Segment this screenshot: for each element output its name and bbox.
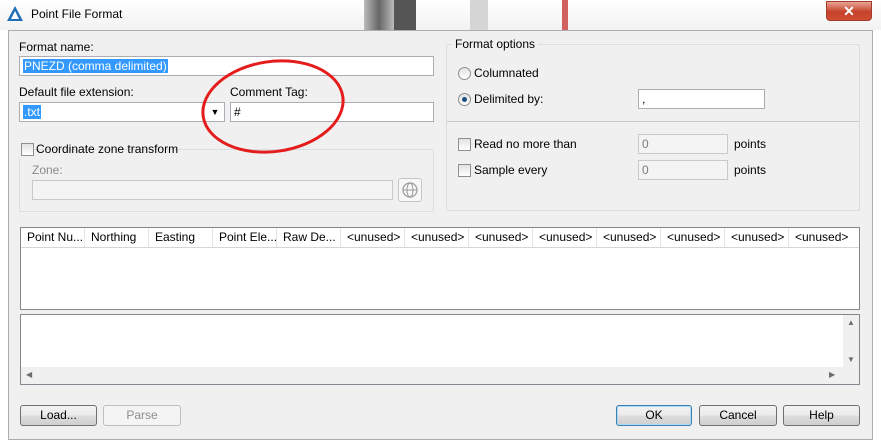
zone-picker-button [398,178,422,202]
column-header[interactable]: <unused> [597,228,661,247]
sample-every-checkbox[interactable] [458,164,471,177]
scroll-right-icon[interactable]: ▶ [829,370,835,379]
close-icon[interactable]: ✕ [843,3,855,19]
column-header[interactable]: <unused> [341,228,405,247]
coordinate-zone-checkbox[interactable] [21,143,34,156]
read-no-more-label: Read no more than [474,137,577,151]
delimiter-input[interactable]: , [638,89,765,109]
ok-button[interactable]: OK [616,405,692,426]
column-header[interactable]: <unused> [469,228,533,247]
load-button[interactable]: Load... [20,405,97,426]
vertical-scrollbar[interactable]: ▲ ▼ [843,315,859,367]
window-title: Point File Format [31,7,123,21]
sample-every-unit: points [734,163,767,177]
column-header[interactable]: Northing [85,228,149,247]
sample-every-input: 0 [638,160,728,180]
delimited-radio[interactable] [458,93,471,106]
scroll-corner [843,367,859,384]
app-logo-icon [6,5,24,23]
column-header[interactable]: <unused> [725,228,789,247]
read-no-more-input: 0 [638,134,728,154]
columnated-label: Columnated [474,66,539,80]
globe-icon [402,182,418,198]
sample-every-label: Sample every [474,163,548,177]
coordinate-zone-label: Coordinate zone transform [36,142,179,156]
default-extension-label: Default file extension: [19,85,134,99]
background-window-strip [364,0,394,30]
format-options-title: Format options [452,37,539,51]
scroll-down-icon[interactable]: ▼ [847,355,855,364]
header-divider [21,247,859,248]
column-header[interactable]: <unused> [405,228,469,247]
column-grid[interactable]: Point Nu... Northing Easting Point Ele..… [20,227,860,310]
zone-input [32,180,393,200]
help-button[interactable]: Help [783,405,860,426]
column-header[interactable]: Easting [149,228,213,247]
background-window-strip [394,0,416,30]
columnated-radio[interactable] [458,67,471,80]
read-no-more-unit: points [734,137,767,151]
column-header[interactable]: <unused> [661,228,725,247]
delimited-label: Delimited by: [474,92,544,106]
scroll-left-icon[interactable]: ◀ [26,370,32,379]
close-button[interactable]: ✕ [826,1,872,21]
column-header[interactable]: <unused> [789,228,859,247]
column-header[interactable]: Point Ele... [213,228,277,247]
read-no-more-checkbox[interactable] [458,138,471,151]
default-extension-combobox[interactable]: .txt [19,102,225,122]
format-name-input[interactable]: PNEZD (comma delimited) [19,56,434,76]
separator [447,121,859,122]
title-bar [0,0,881,30]
format-name-label: Format name: [19,40,94,54]
column-header[interactable]: <unused> [533,228,597,247]
preview-pane[interactable]: ▲ ▼ ◀ ▶ [20,314,860,385]
column-header[interactable]: Raw De... [277,228,341,247]
scroll-up-icon[interactable]: ▲ [847,318,855,327]
parse-button[interactable]: Parse [103,405,181,426]
zone-label: Zone: [32,163,63,177]
background-window-strip [470,0,488,30]
horizontal-scrollbar[interactable]: ◀ ▶ [21,367,843,384]
cancel-button[interactable]: Cancel [699,405,777,426]
column-header[interactable]: Point Nu... [21,228,85,247]
background-window-strip [562,0,568,30]
